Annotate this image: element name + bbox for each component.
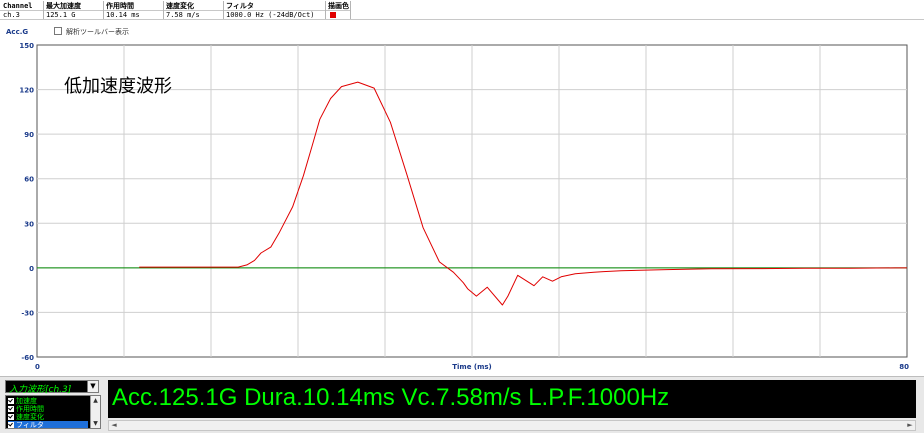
- column-separator: [43, 1, 44, 19]
- column-separator: [350, 1, 351, 19]
- column-separator: [325, 1, 326, 19]
- list-item-label: フィルタ: [16, 421, 44, 429]
- header-channel: Channel: [3, 2, 33, 10]
- x-tick-label: 0: [35, 363, 40, 371]
- x-axis-label: Time (ms): [452, 363, 492, 371]
- horizontal-scrollbar[interactable]: ◄ ►: [108, 420, 916, 431]
- channel-value: ch.3: [3, 11, 20, 19]
- list-scrollbar[interactable]: ▲ ▼: [90, 396, 100, 428]
- column-separator: [163, 1, 164, 19]
- header-max-acceleration: 最大加速度: [46, 2, 81, 10]
- scroll-left-icon[interactable]: ◄: [109, 421, 119, 430]
- y-tick-label: 0: [29, 265, 34, 273]
- filter-value: 1000.0 Hz (-24dB/Oct): [226, 11, 315, 19]
- waveform-chart[interactable]: 1501209060300-30-600 80 低加速度波形 Time (ms): [0, 36, 924, 376]
- y-tick-label: 120: [19, 87, 34, 95]
- list-item-label: 作用時間: [16, 405, 44, 413]
- channel-select-value: 入力波形[ch.3]: [9, 385, 72, 395]
- max-acceleration-value: 125.1 G: [46, 11, 76, 19]
- header-filter: フィルタ: [226, 2, 254, 10]
- y-tick-label: 60: [24, 176, 34, 184]
- chevron-down-icon[interactable]: ▼: [87, 381, 98, 392]
- channel-select[interactable]: 入力波形[ch.3] ▼: [5, 380, 99, 395]
- header-duration: 作用時間: [106, 2, 134, 10]
- duration-value: 10.14 ms: [106, 11, 140, 19]
- trace-color-swatch[interactable]: [330, 12, 336, 18]
- x-tick-label: 80: [899, 363, 909, 371]
- list-item-duration[interactable]: 作用時間: [8, 405, 88, 413]
- y-axis-unit-label: Acc.G: [6, 28, 29, 36]
- y-tick-label: -60: [21, 354, 34, 362]
- column-separator: [103, 1, 104, 19]
- column-separator: [223, 1, 224, 19]
- result-text: Acc.125.1G Dura.10.14ms Vc.7.58m/s L.P.F…: [112, 384, 670, 411]
- header-draw-color: 描画色: [328, 2, 349, 10]
- list-item-acceleration[interactable]: 加速度: [8, 397, 88, 405]
- list-item-label: 加速度: [16, 397, 37, 405]
- scroll-down-icon[interactable]: ▼: [91, 419, 100, 428]
- list-item-filter[interactable]: フィルタ: [8, 421, 88, 429]
- checkbox-icon[interactable]: [8, 398, 14, 404]
- checkbox-icon[interactable]: [8, 406, 14, 412]
- list-item-velocity-change[interactable]: 速度変化: [8, 413, 88, 421]
- y-tick-label: -30: [21, 309, 34, 317]
- analysis-toolbar-checkbox[interactable]: [54, 27, 62, 35]
- scroll-up-icon[interactable]: ▲: [91, 396, 100, 405]
- result-display: Acc.125.1G Dura.10.14ms Vc.7.58m/s L.P.F…: [108, 380, 916, 418]
- header-velocity-change: 速度変化: [166, 2, 194, 10]
- y-tick-label: 150: [19, 42, 34, 50]
- channel-info-table: Channel 最大加速度 作用時間 速度変化 フィルタ 描画色 ch.3 12…: [0, 0, 924, 20]
- velocity-change-value: 7.58 m/s: [166, 11, 200, 19]
- y-tick-label: 90: [24, 131, 34, 139]
- bottom-panel: 入力波形[ch.3] ▼ 加速度 作用時間 速度変化 フィルタ ▲ ▼ Acc.…: [0, 376, 924, 433]
- chart-title: 低加速度波形: [64, 76, 172, 97]
- list-item-label: 速度変化: [16, 413, 44, 421]
- checkbox-icon[interactable]: [8, 414, 14, 420]
- y-tick-label: 30: [24, 220, 34, 228]
- display-items-list[interactable]: 加速度 作用時間 速度変化 フィルタ ▲ ▼: [5, 395, 101, 429]
- checkbox-icon[interactable]: [8, 422, 14, 428]
- scroll-right-icon[interactable]: ►: [905, 421, 915, 430]
